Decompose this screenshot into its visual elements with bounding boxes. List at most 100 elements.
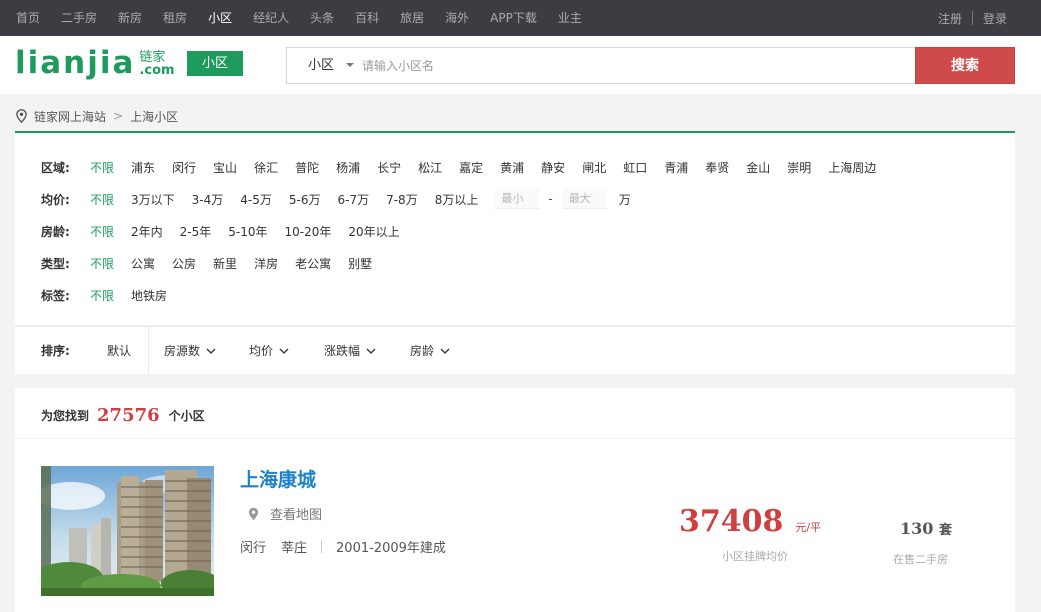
- district-link[interactable]: 闵行: [240, 537, 266, 556]
- filter-option[interactable]: 不限: [90, 287, 114, 304]
- nav-home[interactable]: 首页: [16, 0, 40, 36]
- community-photo[interactable]: [41, 466, 214, 596]
- filter-option[interactable]: 不限: [90, 159, 114, 176]
- sort-by-age[interactable]: 房龄: [410, 327, 450, 375]
- sort-by-avg-price[interactable]: 均价: [249, 327, 289, 375]
- nav-resale[interactable]: 二手房: [61, 0, 97, 36]
- filter-option[interactable]: 虹口: [623, 159, 647, 176]
- filter-option[interactable]: 3万以下: [131, 191, 175, 208]
- community-title-link[interactable]: 上海康城: [240, 465, 316, 492]
- built-year: 2001-2009年建成: [336, 541, 446, 556]
- search-box: 小区: [286, 47, 916, 84]
- filter-option[interactable]: 青浦: [664, 159, 688, 176]
- avg-price-value: 37408: [679, 504, 784, 539]
- sort-item-label: 房龄: [410, 344, 435, 358]
- chevron-down-icon: [206, 348, 216, 354]
- sort-by-change-rate[interactable]: 涨跌幅: [324, 327, 376, 375]
- breadcrumb-item-current[interactable]: 上海小区: [130, 108, 178, 125]
- filter-option[interactable]: 洋房: [254, 255, 278, 272]
- nav-travel-living[interactable]: 旅居: [400, 0, 424, 36]
- divider: [321, 540, 323, 553]
- community-info: 闵行 莘庄 2001-2009年建成: [240, 537, 446, 556]
- login-link[interactable]: 登录: [983, 10, 1007, 27]
- filter-option[interactable]: 不限: [90, 223, 114, 240]
- filter-label: 类型:: [41, 256, 70, 271]
- filter-option[interactable]: 新里: [213, 255, 237, 272]
- nav-rent[interactable]: 租房: [163, 0, 187, 36]
- filter-option[interactable]: 8万以上: [435, 191, 479, 208]
- filter-option[interactable]: 嘉定: [459, 159, 483, 176]
- filter-option[interactable]: 金山: [746, 159, 770, 176]
- list-item: 上海康城 查看地图 闵行 莘庄 2001-2009年建成 37408 元/平 小…: [15, 439, 1015, 612]
- filter-option[interactable]: 4-5万: [240, 191, 272, 208]
- result-suffix: 个小区: [168, 408, 205, 423]
- filter-option[interactable]: 7-8万: [386, 191, 418, 208]
- filter-option[interactable]: 崇明: [787, 159, 811, 176]
- nav-new-homes[interactable]: 新房: [118, 0, 142, 36]
- filter-option[interactable]: 2-5年: [180, 223, 212, 240]
- range-dash: -: [548, 192, 553, 206]
- avg-price-unit: 元/平: [795, 521, 822, 534]
- area-link[interactable]: 莘庄: [281, 537, 307, 556]
- filter-option[interactable]: 老公寓: [295, 255, 331, 272]
- filter-option[interactable]: 松江: [418, 159, 442, 176]
- caret-down-icon[interactable]: [346, 63, 354, 67]
- nav-owner[interactable]: 业主: [558, 0, 582, 36]
- filter-panel: 区域: 不限 浦东 闵行 宝山 徐汇 普陀 杨浦 长宁 松江 嘉定 黄浦 静安 …: [15, 131, 1015, 325]
- filter-option[interactable]: 公房: [172, 255, 196, 272]
- min-price-input[interactable]: [495, 189, 540, 209]
- filter-option[interactable]: 宝山: [213, 159, 237, 176]
- filter-option[interactable]: 公寓: [131, 255, 155, 272]
- logo-domain: .com: [139, 63, 175, 78]
- filter-label: 均价:: [41, 192, 70, 207]
- location-pin-icon: [16, 109, 27, 123]
- location-pin-icon: [248, 507, 259, 520]
- filter-option[interactable]: 别墅: [348, 255, 372, 272]
- filter-option[interactable]: 6-7万: [337, 191, 369, 208]
- register-link[interactable]: 注册: [938, 10, 962, 27]
- filter-option[interactable]: 闸北: [582, 159, 606, 176]
- filter-row-tag: 标签: 不限 地铁房: [41, 285, 184, 305]
- site-logo[interactable]: lianjia 链家 .com: [15, 48, 175, 79]
- filter-option[interactable]: 3-4万: [192, 191, 224, 208]
- results-panel: 为您找到 27576 个小区 上海康城 查看地图 闵行 莘庄 2001-2009…: [15, 388, 1015, 612]
- search-category-dropdown[interactable]: 小区: [308, 48, 334, 83]
- filter-option[interactable]: 杨浦: [336, 159, 360, 176]
- search-input[interactable]: [362, 56, 882, 76]
- filter-option[interactable]: 10-20年: [285, 223, 332, 240]
- filter-option[interactable]: 20年以上: [348, 223, 399, 240]
- on-sale-count[interactable]: 130 套: [900, 519, 952, 538]
- filter-option[interactable]: 上海周边: [828, 159, 876, 176]
- filter-option[interactable]: 静安: [541, 159, 565, 176]
- nav-agents[interactable]: 经纪人: [253, 0, 289, 36]
- search-button[interactable]: 搜索: [915, 47, 1015, 84]
- breadcrumb-item-city[interactable]: 链家网上海站: [34, 108, 106, 125]
- nav-wiki[interactable]: 百科: [355, 0, 379, 36]
- nav-news[interactable]: 头条: [310, 0, 334, 36]
- breadcrumb-separator: >: [113, 109, 124, 123]
- chevron-down-icon: [279, 348, 289, 354]
- on-sale-count-value: 130: [900, 519, 934, 538]
- sort-by-listings[interactable]: 房源数: [164, 327, 216, 375]
- filter-row-age: 房龄: 不限 2年内 2-5年 5-10年 10-20年 20年以上: [41, 221, 417, 241]
- max-price-input[interactable]: [562, 189, 607, 209]
- filter-option[interactable]: 奉贤: [705, 159, 729, 176]
- filter-option[interactable]: 5-10年: [228, 223, 267, 240]
- filter-option[interactable]: 不限: [90, 255, 114, 272]
- filter-option[interactable]: 长宁: [377, 159, 401, 176]
- sort-default[interactable]: 默认: [90, 327, 149, 374]
- chevron-down-icon: [440, 348, 450, 354]
- filter-option[interactable]: 2年内: [131, 223, 163, 240]
- filter-option[interactable]: 徐汇: [254, 159, 278, 176]
- filter-option[interactable]: 不限: [90, 191, 114, 208]
- filter-option[interactable]: 黄浦: [500, 159, 524, 176]
- filter-option[interactable]: 5-6万: [289, 191, 321, 208]
- view-map-link[interactable]: 查看地图: [248, 504, 322, 523]
- nav-overseas[interactable]: 海外: [445, 0, 469, 36]
- nav-community[interactable]: 小区: [208, 0, 232, 36]
- filter-option[interactable]: 浦东: [131, 159, 155, 176]
- filter-option[interactable]: 地铁房: [131, 287, 167, 304]
- filter-option[interactable]: 普陀: [295, 159, 319, 176]
- filter-option[interactable]: 闵行: [172, 159, 196, 176]
- nav-app-download[interactable]: APP下载: [490, 0, 537, 36]
